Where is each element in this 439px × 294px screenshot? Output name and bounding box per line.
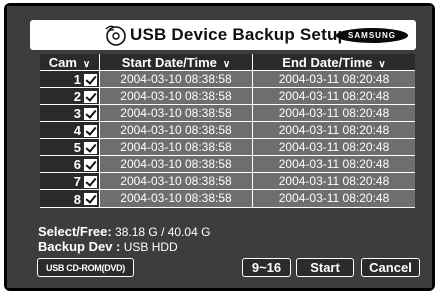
chevron-down-icon: ∨ xyxy=(378,58,386,70)
cam-checkbox[interactable] xyxy=(84,175,97,188)
start-datetime-cell[interactable]: 2004-03-10 08:38:58 xyxy=(99,173,253,191)
start-column-header[interactable]: Start Date/Time ∨ xyxy=(99,54,253,71)
select-free-label: Select/Free: xyxy=(38,224,112,239)
table-row: 1 2004-03-10 08:38:58 2004-03-11 08:20:4… xyxy=(40,71,415,89)
cam-header-label: Cam xyxy=(48,54,77,70)
end-datetime-cell[interactable]: 2004-03-11 08:20:48 xyxy=(253,88,415,106)
chevron-down-icon: ∨ xyxy=(82,58,91,70)
cam-number: 2 xyxy=(73,89,81,105)
start-header-label: Start Date/Time xyxy=(121,54,217,70)
cam-checkbox[interactable] xyxy=(84,158,97,171)
title-bar: USB Device Backup Setup SAMSUNG xyxy=(30,20,416,50)
cam-number: 4 xyxy=(73,123,81,139)
table-row: 7 2004-03-10 08:38:58 2004-03-11 08:20:4… xyxy=(40,173,415,191)
cam-cell: 2 xyxy=(40,88,99,106)
select-free-value: 38.18 G / 40.04 G xyxy=(115,225,211,239)
end-column-header[interactable]: End Date/Time ∨ xyxy=(253,54,415,71)
start-datetime-cell[interactable]: 2004-03-10 08:38:58 xyxy=(99,139,253,157)
end-datetime-cell[interactable]: 2004-03-11 08:20:48 xyxy=(253,156,415,174)
start-datetime-cell[interactable]: 2004-03-10 08:38:58 xyxy=(99,88,253,106)
start-datetime-cell[interactable]: 2004-03-10 08:38:58 xyxy=(99,105,253,123)
cam-cell: 6 xyxy=(40,156,99,174)
usb-cdrom-button[interactable]: USB CD-ROM(DVD) xyxy=(37,258,134,277)
cam-cell: 8 xyxy=(40,190,99,208)
table-row: 4 2004-03-10 08:38:58 2004-03-11 08:20:4… xyxy=(40,122,415,140)
chevron-down-icon: ∨ xyxy=(222,58,231,70)
cam-checkbox[interactable] xyxy=(84,107,97,120)
page-range-button[interactable]: 9~16 xyxy=(242,258,291,277)
cam-checkbox[interactable] xyxy=(84,141,97,154)
cam-number: 3 xyxy=(73,106,81,122)
start-datetime-cell[interactable]: 2004-03-10 08:38:58 xyxy=(99,122,253,140)
cam-number: 6 xyxy=(73,157,81,173)
end-datetime-cell[interactable]: 2004-03-11 08:20:48 xyxy=(253,139,415,157)
cam-number: 8 xyxy=(73,191,81,207)
table-row: 8 2004-03-10 08:38:58 2004-03-11 08:20:4… xyxy=(40,190,415,208)
backup-dev-label: Backup Dev : xyxy=(38,239,121,254)
start-datetime-cell[interactable]: 2004-03-10 08:38:58 xyxy=(99,71,253,89)
end-datetime-cell[interactable]: 2004-03-11 08:20:48 xyxy=(253,173,415,191)
cam-checkbox[interactable] xyxy=(84,90,97,103)
cam-number: 1 xyxy=(73,72,81,88)
cam-cell: 4 xyxy=(40,122,99,140)
cancel-button[interactable]: Cancel xyxy=(361,258,420,277)
start-datetime-cell[interactable]: 2004-03-10 08:38:58 xyxy=(99,190,253,208)
backup-dev-value: USB HDD xyxy=(123,240,178,254)
table-header-row: Cam ∨ Start Date/Time ∨ End Date/Time ∨ xyxy=(40,54,415,71)
table-row: 3 2004-03-10 08:38:58 2004-03-11 08:20:4… xyxy=(40,105,415,123)
cam-cell: 3 xyxy=(40,105,99,123)
table-row: 2 2004-03-10 08:38:58 2004-03-11 08:20:4… xyxy=(40,88,415,106)
start-button[interactable]: Start xyxy=(296,258,354,277)
select-free-line: Select/Free: 38.18 G / 40.04 G xyxy=(38,224,210,239)
cam-cell: 5 xyxy=(40,139,99,157)
brand-logo: SAMSUNG xyxy=(336,28,408,43)
page-title: USB Device Backup Setup xyxy=(130,25,349,44)
cam-checkbox[interactable] xyxy=(84,124,97,137)
end-datetime-cell[interactable]: 2004-03-11 08:20:48 xyxy=(253,71,415,89)
table-row: 6 2004-03-10 08:38:58 2004-03-11 08:20:4… xyxy=(40,156,415,174)
cam-checkbox[interactable] xyxy=(84,73,97,86)
cam-checkbox[interactable] xyxy=(84,193,97,205)
end-datetime-cell[interactable]: 2004-03-11 08:20:48 xyxy=(253,122,415,140)
camera-backup-table: Cam ∨ Start Date/Time ∨ End Date/Time ∨ 1 2… xyxy=(40,54,415,208)
table-row: 5 2004-03-10 08:38:58 2004-03-11 08:20:4… xyxy=(40,139,415,157)
end-datetime-cell[interactable]: 2004-03-11 08:20:48 xyxy=(253,190,415,208)
cam-number: 5 xyxy=(73,140,81,156)
usb-device-icon xyxy=(105,25,126,46)
backup-dev-line: Backup Dev : USB HDD xyxy=(38,239,178,254)
end-header-label: End Date/Time xyxy=(282,54,373,70)
start-datetime-cell[interactable]: 2004-03-10 08:38:58 xyxy=(99,156,253,174)
cam-cell: 7 xyxy=(40,173,99,191)
cam-number: 7 xyxy=(73,174,81,190)
end-datetime-cell[interactable]: 2004-03-11 08:20:48 xyxy=(253,105,415,123)
cam-cell: 1 xyxy=(40,71,99,89)
cam-column-header[interactable]: Cam ∨ xyxy=(40,54,99,71)
